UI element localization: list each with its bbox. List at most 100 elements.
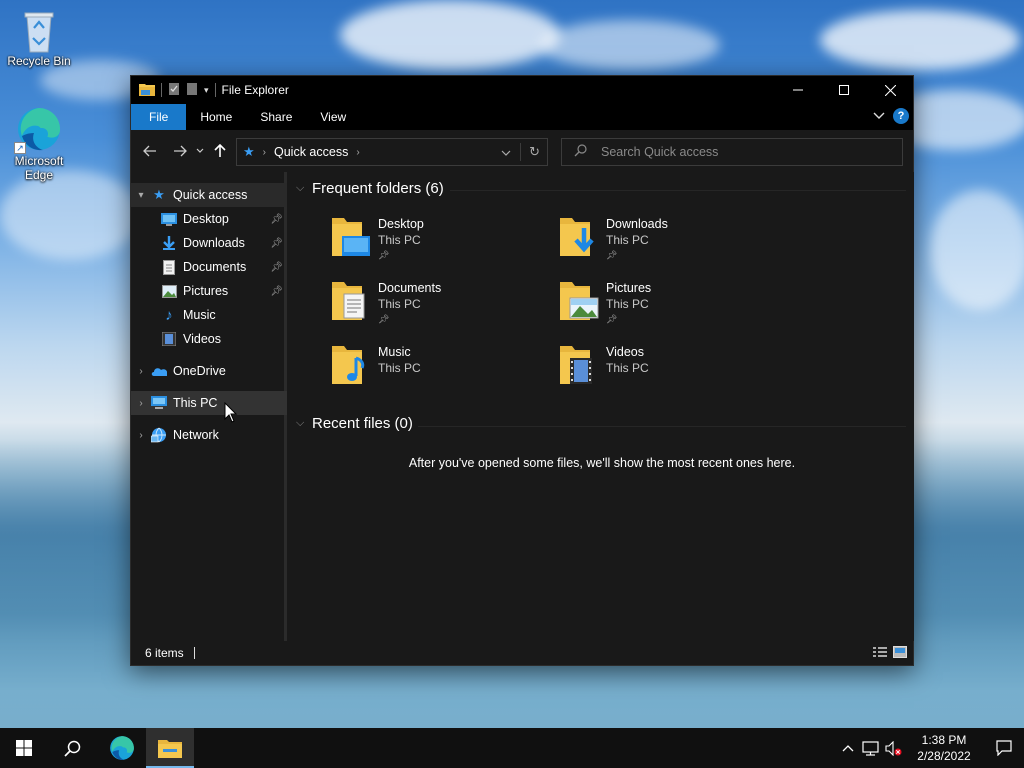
nav-documents-label: Documents <box>183 260 247 274</box>
chevron-right-icon[interactable]: › <box>131 366 151 377</box>
forward-arrow-icon <box>174 145 187 157</box>
tab-file[interactable]: File <box>131 104 187 130</box>
title-bar[interactable]: ▾ File Explorer <box>131 76 913 104</box>
recent-files-header[interactable]: ⌵ Recent files (0) <box>296 415 413 432</box>
nav-downloads[interactable]: Downloads 📌︎ <box>131 231 287 255</box>
file-explorer-icon <box>158 740 182 758</box>
network-tray-button[interactable] <box>858 740 882 756</box>
quick-access-star-icon: ★ <box>243 144 255 159</box>
chevron-right-icon[interactable]: › <box>131 398 151 409</box>
folder-tile-downloads[interactable]: Downloads This PC 📌︎ <box>558 214 778 272</box>
refresh-icon[interactable]: ↻ <box>529 144 540 160</box>
forward-button[interactable] <box>167 138 193 164</box>
quick-access-toolbar: ▾ <box>131 76 216 104</box>
folder-location: This PC <box>606 233 649 247</box>
address-bar[interactable]: ★ › Quick access › ↻ <box>236 138 548 166</box>
customize-toolbar-icon[interactable]: ▾ <box>204 85 209 96</box>
recent-locations-button[interactable] <box>193 138 207 164</box>
chevron-right-icon[interactable]: › <box>131 430 151 441</box>
documents-icon <box>161 259 177 275</box>
videos-folder-icon <box>558 342 606 390</box>
close-button[interactable] <box>867 76 913 104</box>
taskbar-search-button[interactable] <box>48 728 96 768</box>
breadcrumb-chevron-icon[interactable]: › <box>356 147 359 158</box>
pin-icon: 📌︎ <box>270 213 283 225</box>
nav-pictures[interactable]: Pictures 📌︎ <box>131 279 287 303</box>
search-box[interactable]: Search Quick access <box>561 138 903 166</box>
breadcrumb-separator-icon: › <box>262 146 266 158</box>
up-button[interactable] <box>207 138 233 164</box>
folder-name: Pictures <box>606 281 652 295</box>
frequent-folders-header[interactable]: ⌵ Frequent folders (6) <box>296 180 444 197</box>
nav-quick-access-label: Quick access <box>173 188 248 202</box>
nav-documents[interactable]: Documents 📌︎ <box>131 255 287 279</box>
expand-ribbon-icon[interactable] <box>873 109 885 123</box>
pin-icon: 📌︎ <box>606 250 618 260</box>
taskbar: 1:38 PM 2/28/2022 <box>0 728 1024 768</box>
documents-folder-icon <box>330 278 378 326</box>
videos-icon <box>161 331 177 347</box>
folder-tile-pictures[interactable]: Pictures This PC 📌︎ <box>558 278 778 336</box>
nav-quick-access[interactable]: ▾ ★ Quick access <box>131 183 287 207</box>
chevron-expanded-icon[interactable]: ▾ <box>131 190 151 201</box>
chevron-up-icon <box>842 745 854 752</box>
tab-view[interactable]: View <box>306 104 360 130</box>
minimize-icon <box>793 89 803 91</box>
nav-videos[interactable]: Videos <box>131 327 287 351</box>
folder-tile-documents[interactable]: Documents This PC 📌︎ <box>330 278 550 336</box>
nav-onedrive-label: OneDrive <box>173 364 226 378</box>
pin-icon: 📌︎ <box>378 250 390 260</box>
star-icon: ★ <box>153 187 165 202</box>
maximize-button[interactable] <box>821 76 867 104</box>
taskbar-file-explorer-button[interactable] <box>146 728 194 768</box>
frequent-folders-title: Frequent folders (6) <box>312 180 444 197</box>
nav-desktop[interactable]: Desktop 📌︎ <box>131 207 287 231</box>
nav-onedrive[interactable]: › OneDrive <box>131 359 287 383</box>
action-center-button[interactable] <box>984 728 1024 768</box>
maximize-icon <box>839 85 849 95</box>
folder-tile-desktop[interactable]: Desktop This PC 📌︎ <box>330 214 550 272</box>
navigation-pane: ▾ ★ Quick access Desktop 📌︎ Downloads 📌︎… <box>131 172 287 641</box>
folder-location: This PC <box>378 361 421 375</box>
notification-icon <box>996 740 1012 756</box>
desktop-folder-icon <box>330 214 378 262</box>
taskbar-edge-button[interactable] <box>98 728 146 768</box>
tab-home[interactable]: Home <box>186 104 246 130</box>
folder-location: This PC <box>378 297 421 311</box>
chevron-down-icon[interactable]: ⌵ <box>296 417 312 430</box>
new-folder-icon[interactable] <box>186 82 198 99</box>
desktop-icon-edge[interactable]: ↗ Microsoft Edge <box>2 106 76 182</box>
downloads-icon <box>161 235 177 251</box>
start-button[interactable] <box>0 728 48 768</box>
nav-network-label: Network <box>173 428 219 442</box>
volume-tray-button[interactable] <box>882 740 904 756</box>
search-input[interactable]: Search Quick access <box>601 145 718 159</box>
address-dropdown-icon[interactable] <box>501 145 511 159</box>
breadcrumb-quick-access[interactable]: Quick access <box>274 145 348 159</box>
chevron-down-icon <box>196 148 204 153</box>
edge-icon <box>110 736 134 760</box>
desktop-icon-recycle-bin[interactable]: Recycle Bin <box>2 8 76 68</box>
tab-share[interactable]: Share <box>246 104 306 130</box>
folder-tile-videos[interactable]: Videos This PC <box>558 342 778 400</box>
ribbon-tabs: File Home Share View ? <box>131 104 913 130</box>
nav-this-pc[interactable]: › This PC <box>131 391 287 415</box>
nav-network[interactable]: › Network <box>131 423 287 447</box>
network-icon <box>151 427 167 443</box>
nav-music-label: Music <box>183 308 216 322</box>
minimize-button[interactable] <box>775 76 821 104</box>
details-view-icon[interactable] <box>873 646 887 661</box>
nav-music[interactable]: ♪ Music <box>131 303 287 327</box>
large-icons-view-icon[interactable] <box>893 646 907 661</box>
help-button[interactable]: ? <box>893 108 909 124</box>
clock-time: 1:38 PM <box>921 733 967 747</box>
folder-tile-music[interactable]: Music This PC <box>330 342 550 400</box>
mouse-cursor-icon <box>224 402 238 423</box>
show-hidden-icons-button[interactable] <box>838 744 858 752</box>
edge-icon: ↗ <box>14 106 62 154</box>
volume-muted-icon <box>884 740 901 756</box>
chevron-down-icon[interactable]: ⌵ <box>296 182 312 195</box>
properties-icon[interactable] <box>168 82 180 99</box>
back-button[interactable] <box>137 138 163 164</box>
clock[interactable]: 1:38 PM 2/28/2022 <box>904 732 984 764</box>
